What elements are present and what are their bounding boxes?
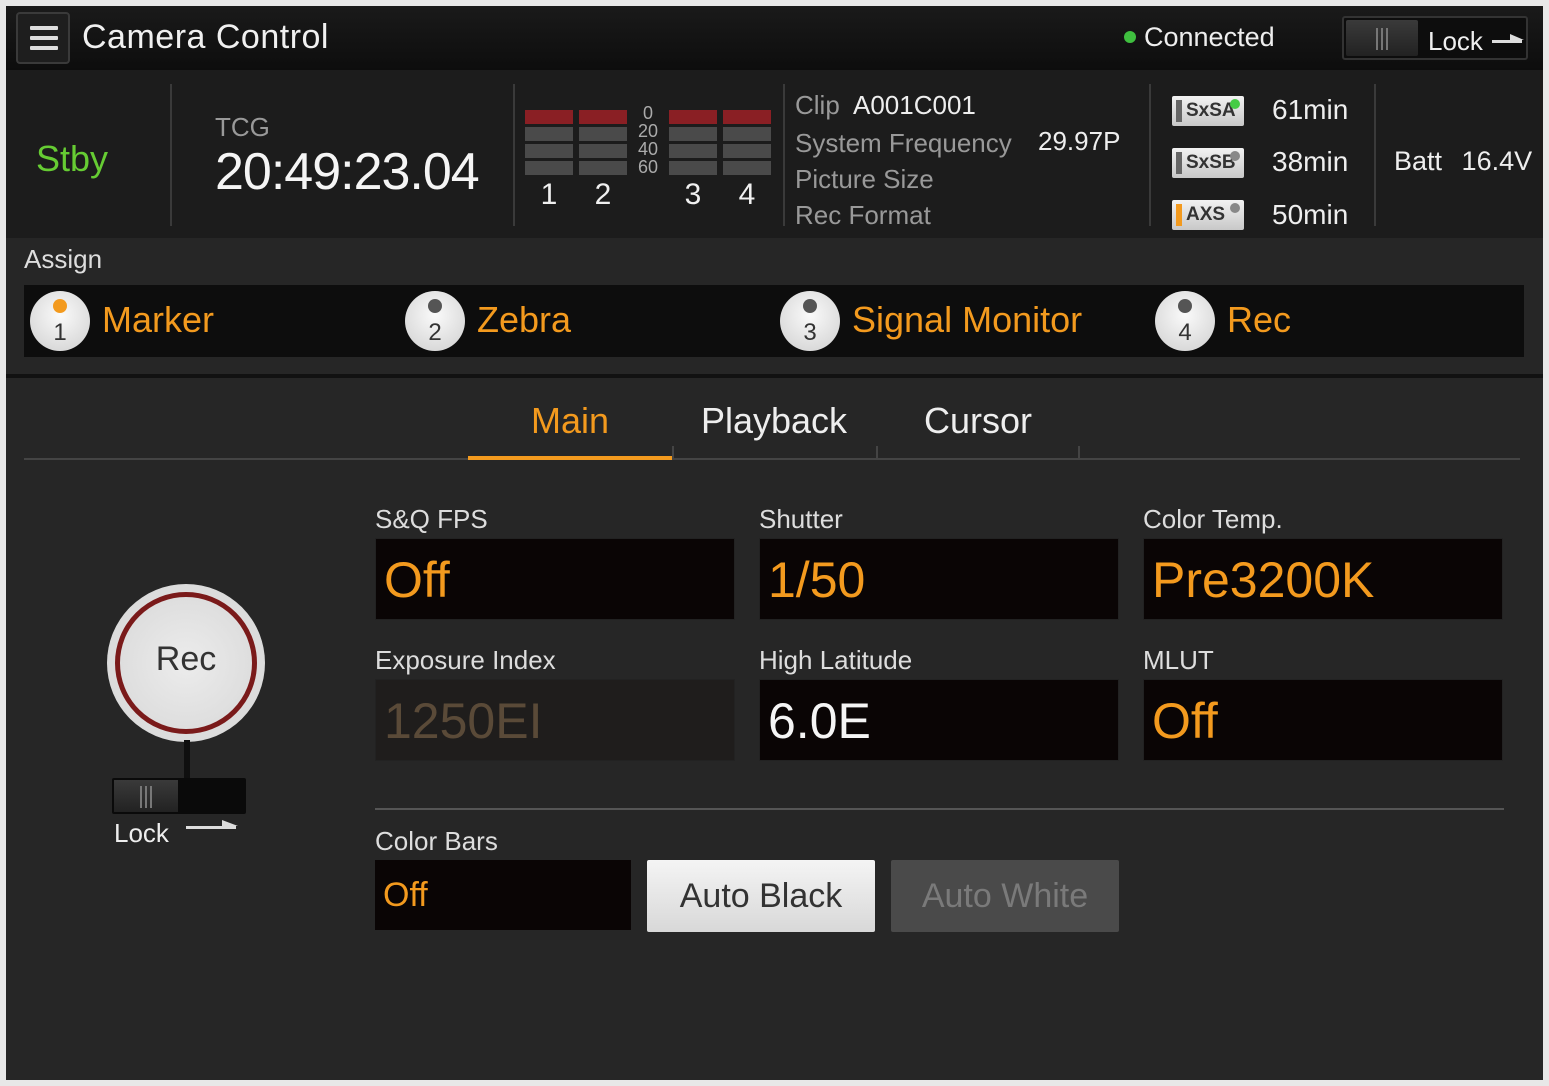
audio-meter-1 <box>525 110 573 178</box>
rec-button[interactable]: Rec <box>107 584 265 742</box>
sxs-a-remaining: 61min <box>1272 94 1349 125</box>
assign-name-rec: Rec <box>1227 299 1292 340</box>
audio-channel-1-label: 1 <box>540 178 558 211</box>
shutter-field[interactable]: 1/50 <box>759 538 1119 620</box>
rec-state: Stby <box>36 138 109 179</box>
battery-label: Batt <box>1394 146 1443 176</box>
color-bars-field[interactable]: Off <box>375 860 631 930</box>
connection-status: Connected <box>1124 22 1275 53</box>
assign-label: Assign <box>24 244 103 274</box>
assign-button-2[interactable]: 2 <box>405 291 465 351</box>
sq-fps-label: S&Q FPS <box>375 504 488 534</box>
audio-channel-3-label: 3 <box>684 178 702 211</box>
assign-led-icon <box>803 299 817 313</box>
rec-lock-knob[interactable] <box>114 780 178 812</box>
sxs-a-media-icon: SxSA <box>1172 96 1244 126</box>
auto-white-button: Auto White <box>891 860 1119 932</box>
color-temp-label: Color Temp. <box>1143 504 1283 534</box>
exposure-index-label: Exposure Index <box>375 645 556 675</box>
hamburger-icon <box>30 26 58 30</box>
rec-format-label: Rec Format <box>795 200 931 230</box>
app-title: Camera Control <box>82 18 329 56</box>
audio-meter-3 <box>669 110 717 178</box>
rec-button-label: Rec <box>155 640 217 678</box>
lock-switch-knob[interactable] <box>1346 20 1418 56</box>
high-latitude-field[interactable]: 6.0E <box>759 679 1119 761</box>
fields-divider <box>375 808 1504 810</box>
assign-name-marker: Marker <box>102 299 215 340</box>
system-frequency-label: System Frequency <box>795 128 1012 158</box>
axs-remaining: 50min <box>1272 199 1349 230</box>
rec-lock-switch[interactable] <box>112 778 246 814</box>
picture-size-label: Picture Size <box>795 164 934 194</box>
title-bar: Camera Control Connected Lock <box>6 6 1543 70</box>
slide-arrow-icon <box>1492 34 1524 43</box>
lock-switch-label: Lock <box>1428 26 1483 56</box>
lock-switch[interactable]: Lock <box>1342 16 1528 60</box>
slide-arrow-icon <box>186 820 238 829</box>
menu-button[interactable] <box>16 12 70 64</box>
color-temp-field[interactable]: Pre3200K <box>1143 538 1503 620</box>
exposure-index-field: 1250EI <box>375 679 735 761</box>
rec-lock-label: Lock <box>114 818 169 848</box>
sq-fps-field[interactable]: Off <box>375 538 735 620</box>
assign-led-icon <box>1178 299 1192 313</box>
assign-name-signal-monitor: Signal Monitor <box>852 299 1083 340</box>
audio-channel-4-label: 4 <box>738 178 756 211</box>
audio-meter-2 <box>579 110 627 178</box>
color-bars-label: Color Bars <box>375 826 498 856</box>
audio-meter-4 <box>723 110 771 178</box>
battery-value: 16.4V <box>1461 146 1533 176</box>
status-panel: Stby TCG 20:49:23.04 0 20 40 60 1 2 3 4 … <box>6 70 1543 238</box>
rec-lock-connector <box>184 740 190 780</box>
mlut-label: MLUT <box>1143 645 1214 675</box>
high-latitude-label: High Latitude <box>759 645 913 675</box>
hamburger-icon <box>30 36 58 40</box>
section-divider <box>6 374 1543 378</box>
assign-button-1[interactable]: 1 <box>30 291 90 351</box>
clip-label: Clip <box>795 90 840 120</box>
mlut-field[interactable]: Off <box>1143 679 1503 761</box>
hamburger-icon <box>30 46 58 50</box>
assign-name-zebra: Zebra <box>477 299 572 340</box>
auto-black-button[interactable]: Auto Black <box>647 860 875 932</box>
shutter-label: Shutter <box>759 504 843 534</box>
sxs-b-remaining: 38min <box>1272 146 1349 177</box>
meter-scale: 0 20 40 60 <box>637 103 659 177</box>
tab-main[interactable]: Main <box>468 398 672 460</box>
assign-led-icon <box>53 299 67 313</box>
assign-bar: 1 Marker 2 Zebra 3 Signal Monitor 4 Rec <box>24 285 1524 357</box>
connected-dot-icon <box>1124 30 1136 43</box>
tcg-label: TCG <box>215 112 270 142</box>
sxs-b-media-icon: SxSB <box>1172 148 1244 178</box>
tab-playback[interactable]: Playback <box>672 398 876 460</box>
audio-channel-2-label: 2 <box>594 178 612 211</box>
clip-value: A001C001 <box>853 90 976 120</box>
connection-status-text: Connected <box>1144 22 1275 52</box>
assign-led-icon <box>428 299 442 313</box>
camera-control-window: Camera Control Connected Lock Stby TCG 2… <box>6 6 1543 1080</box>
axs-media-icon: AXS <box>1172 200 1244 230</box>
battery-status: Batt 16.4V <box>1394 146 1532 177</box>
assign-button-4[interactable]: 4 <box>1155 291 1215 351</box>
timecode-display: 20:49:23.04 <box>215 143 480 201</box>
assign-button-3[interactable]: 3 <box>780 291 840 351</box>
system-frequency-value: 29.97P <box>1038 126 1121 156</box>
tab-cursor[interactable]: Cursor <box>876 398 1080 460</box>
